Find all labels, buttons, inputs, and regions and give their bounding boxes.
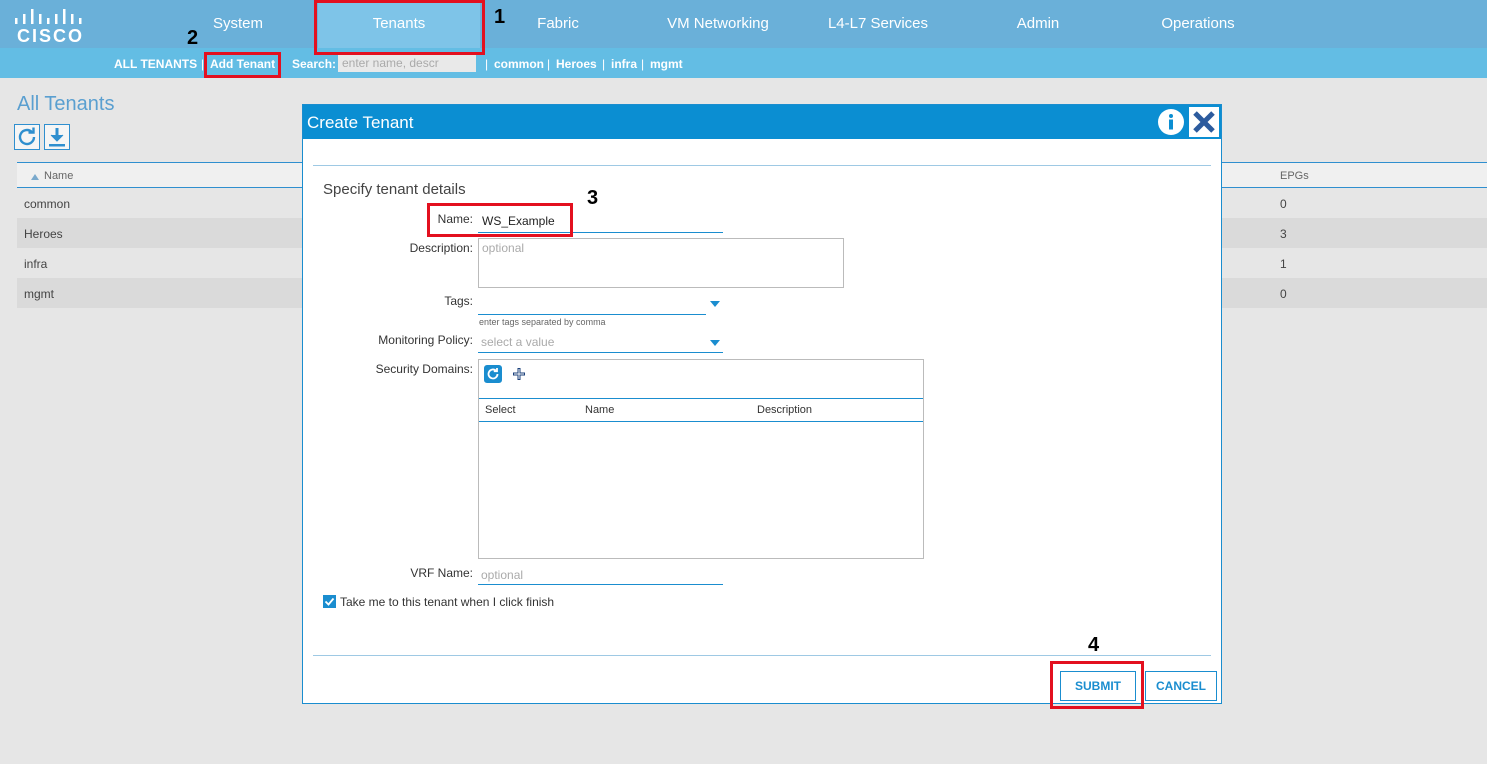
cisco-logo-text: CISCO — [17, 26, 85, 46]
tab-l4-l7-services[interactable]: L4-L7 Services — [808, 0, 948, 48]
annotation-box-add-tenant — [204, 52, 281, 78]
quick-link-infra[interactable]: infra — [611, 57, 637, 71]
monitoring-policy-select[interactable]: select a value — [478, 331, 723, 353]
column-header-name[interactable]: Name — [44, 170, 73, 182]
column-header-select[interactable]: Select — [485, 404, 516, 416]
annotation-box-tenants-tab — [314, 0, 485, 55]
description-label: Description: — [409, 241, 473, 255]
search-input[interactable] — [338, 54, 476, 72]
cisco-logo[interactable]: CISCO — [12, 6, 84, 46]
search-label: Search: — [292, 57, 337, 71]
top-nav: CISCO System Tenants Fabric VM Networkin… — [0, 0, 1487, 48]
dialog-title: Create Tenant — [307, 113, 414, 132]
annotation-box-name-field — [427, 203, 573, 237]
tags-label: Tags: — [444, 294, 473, 308]
tenant-name: infra — [24, 257, 48, 271]
column-header-epgs[interactable]: EPGs — [1280, 170, 1309, 182]
quick-link-common[interactable]: common — [494, 57, 544, 71]
security-domains-header: Select Name Description — [479, 398, 923, 422]
tags-hint: enter tags separated by comma — [479, 317, 606, 327]
annotation-step-1: 1 — [494, 6, 506, 28]
subnav-separator: | — [641, 57, 645, 71]
tenant-name: mgmt — [24, 287, 54, 301]
take-me-to-tenant-checkbox[interactable] — [323, 595, 336, 608]
tab-operations[interactable]: Operations — [1138, 0, 1258, 48]
tenant-epgs: 0 — [1280, 197, 1287, 211]
close-icon — [1193, 111, 1215, 133]
sort-asc-icon[interactable] — [31, 171, 39, 183]
take-me-to-tenant-label[interactable]: Take me to this tenant when I click fini… — [340, 595, 554, 609]
column-header-description[interactable]: Description — [757, 404, 812, 416]
checkmark-icon — [324, 597, 335, 606]
annotation-step-2: 2 — [187, 27, 199, 49]
section-title: Specify tenant details — [323, 181, 466, 198]
page-title: All Tenants — [17, 93, 115, 115]
tags-dropdown-chevron-icon[interactable] — [710, 301, 720, 307]
all-tenants-link[interactable]: ALL TENANTS — [114, 57, 197, 71]
monitoring-policy-placeholder: select a value — [481, 335, 555, 349]
download-icon — [49, 128, 65, 147]
tenant-epgs: 3 — [1280, 227, 1287, 241]
quick-link-mgmt[interactable]: mgmt — [650, 57, 683, 71]
tenant-name: Heroes — [24, 227, 63, 241]
security-domains-refresh-icon[interactable] — [484, 365, 502, 388]
quick-link-heroes[interactable]: Heroes — [556, 57, 597, 71]
description-textarea[interactable]: optional — [478, 238, 844, 288]
info-icon — [1169, 114, 1173, 130]
annotation-step-3: 3 — [587, 187, 599, 209]
vrf-name-input[interactable]: optional — [478, 563, 723, 585]
info-button[interactable] — [1158, 109, 1184, 135]
security-domains-table: Select Name Description — [478, 359, 924, 559]
cisco-bars-icon — [15, 9, 82, 24]
dialog-header: Create Tenant — [303, 105, 1221, 139]
monitoring-policy-chevron-down-icon[interactable] — [710, 340, 720, 346]
column-header-name[interactable]: Name — [585, 404, 614, 416]
security-domains-label: Security Domains: — [375, 362, 473, 376]
refresh-icon — [18, 127, 36, 146]
tab-vm-networking[interactable]: VM Networking — [648, 0, 788, 48]
vrf-name-label: VRF Name: — [410, 566, 473, 580]
refresh-button[interactable] — [14, 124, 40, 150]
subnav-separator: | — [485, 57, 489, 71]
security-domains-add-icon[interactable] — [511, 366, 527, 387]
tenant-epgs: 0 — [1280, 287, 1287, 301]
annotation-step-4: 4 — [1088, 634, 1100, 656]
close-button[interactable] — [1189, 107, 1219, 137]
tenant-name: common — [24, 197, 71, 211]
annotation-box-submit — [1050, 661, 1144, 709]
download-button[interactable] — [44, 124, 70, 150]
create-tenant-dialog: Create Tenant Specify tenant details Nam… — [302, 104, 1222, 704]
tenant-epgs: 1 — [1280, 257, 1287, 271]
tags-input[interactable] — [478, 293, 706, 315]
divider — [313, 655, 1211, 656]
description-placeholder: optional — [482, 241, 525, 255]
tab-fabric[interactable]: Fabric — [508, 0, 608, 48]
subnav-separator: | — [602, 57, 606, 71]
divider — [313, 165, 1211, 166]
vrf-name-placeholder: optional — [481, 568, 524, 582]
cancel-button[interactable]: CANCEL — [1145, 671, 1217, 701]
subnav-separator: | — [547, 57, 551, 71]
monitoring-policy-label: Monitoring Policy: — [378, 333, 473, 347]
tab-admin[interactable]: Admin — [988, 0, 1088, 48]
